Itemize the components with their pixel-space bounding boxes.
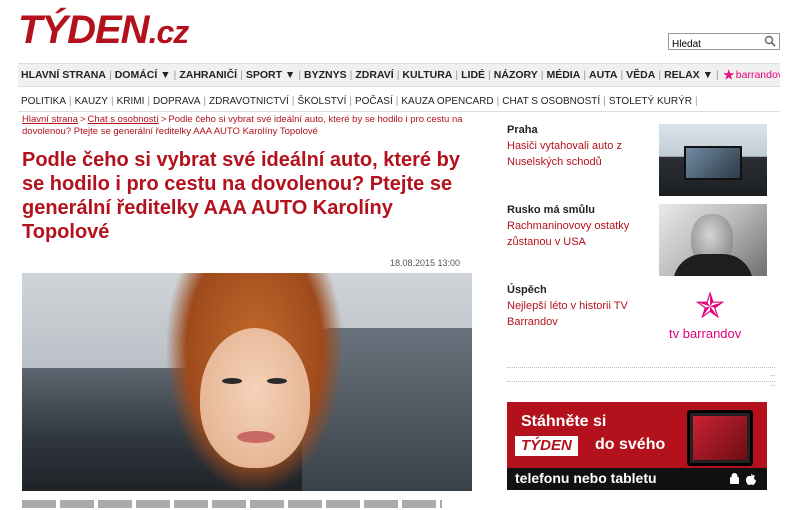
news-thumbnail[interactable] (659, 124, 767, 196)
tablet-screen (693, 416, 747, 460)
subnav-item-doprava[interactable]: DOPRAVA (153, 96, 200, 107)
sidebar-news-item[interactable]: Praha Hasiči vytahovali auto z Nuselskýc… (507, 124, 767, 196)
nav-separator: | (583, 69, 587, 81)
subnav-separator: | (110, 95, 114, 107)
nav-separator: | (658, 69, 662, 81)
search-box (668, 33, 780, 52)
news-title-link[interactable]: Nejlepší léto v historii TV Barrandov (507, 298, 657, 330)
nav-separator: | (716, 69, 719, 81)
sidebar-news-item[interactable]: Rusko má smůlu Rachmaninovovy ostatky zů… (507, 204, 767, 276)
nav-separator: | (396, 69, 400, 81)
site-logo[interactable]: TÝDEN.cz (18, 8, 190, 54)
subnav-separator: | (291, 95, 295, 107)
photo-eye (222, 378, 242, 384)
article-date: 18.08.2015 13:00 (390, 258, 461, 268)
nav-item-zahranici[interactable]: ZAHRANIČÍ (179, 69, 237, 81)
banner-line2: do svého (595, 436, 666, 453)
breadcrumb-home[interactable]: Hlavní strana (22, 114, 78, 125)
photo-face (200, 328, 310, 468)
subnav-item-skolstvi[interactable]: ŠKOLSTVÍ (297, 96, 346, 107)
separator-mark: ‥ (770, 371, 775, 378)
logo-suffix: .cz (148, 14, 190, 50)
news-title-link[interactable]: Hasiči vytahovali auto z Nuselských scho… (507, 138, 657, 170)
app-download-banner[interactable]: Stáhněte si TÝDEN do svého telefonu nebo… (507, 402, 767, 490)
divider (18, 111, 780, 112)
nav-item-veda[interactable]: VĚDA (626, 69, 655, 81)
subnav-separator: | (603, 95, 606, 107)
nav-item-nazory[interactable]: NÁZORY (494, 69, 538, 81)
nav-separator: | (240, 69, 243, 81)
barrandov-star-icon: ✯ (695, 285, 726, 326)
nav-item-kultura[interactable]: KULTURA (402, 69, 452, 81)
platform-icons (730, 473, 756, 485)
nav-separator: | (620, 69, 624, 81)
nav-item-relax[interactable]: RELAX ▼ (664, 69, 713, 81)
nav-item-lide[interactable]: LIDÉ (461, 69, 485, 81)
nav-item-media[interactable]: MÉDIA (546, 69, 580, 81)
subnav-separator: | (496, 95, 500, 107)
android-apple-icon (729, 473, 759, 489)
news-title-link[interactable]: Rachmaninovovy ostatky zůstanou v USA (507, 218, 657, 250)
subnav-separator: | (69, 95, 72, 107)
nav-separator: | (108, 69, 112, 81)
news-thumbnail[interactable] (659, 204, 767, 276)
separator-mark: ‥ (770, 381, 775, 388)
nav-item-sport[interactable]: SPORT ▼ (246, 69, 295, 81)
subnav-item-politika[interactable]: POLITIKA (21, 96, 66, 107)
dotted-separator: ‥ (507, 367, 775, 378)
subnav-separator: | (349, 95, 352, 107)
nav-separator: | (173, 69, 177, 81)
search-icon[interactable] (764, 35, 776, 47)
subnav-separator: | (203, 95, 206, 107)
nav-item-home[interactable]: HLAVNÍ STRANA (21, 69, 106, 81)
subnav-item-kuryr[interactable]: STOLETÝ KURÝR (609, 96, 692, 107)
breadcrumb-separator: > (79, 114, 86, 125)
banner-tyden-logo: TÝDEN (515, 436, 578, 456)
nav-separator: | (540, 69, 544, 81)
nav-item-barrandov[interactable]: barrandov (736, 69, 780, 81)
nav-separator: | (349, 69, 353, 81)
banner-line1: Stáhněte si (521, 413, 607, 430)
subnav-separator: | (694, 95, 698, 107)
nav-separator: | (455, 69, 459, 81)
breadcrumb: Hlavní strana > Chat s osobností > Podle čeh… (22, 114, 482, 138)
thumbnail-screen (684, 146, 742, 180)
article-headline: Podle čeho si vybrat své ideální auto, k… (22, 149, 460, 243)
breadcrumb-separator: > (160, 114, 167, 125)
nav-item-zdravi[interactable]: ZDRAVÍ (355, 69, 393, 81)
dotted-separator: ‥ (507, 381, 775, 388)
subnav-item-krimi[interactable]: KRIMI (117, 96, 145, 107)
barrandov-star-icon[interactable]: ✯ (724, 68, 734, 82)
breadcrumb-section[interactable]: Chat s osobností (88, 114, 159, 125)
nav-item-auta[interactable]: AUTA (589, 69, 617, 81)
logo-main: TÝDEN (18, 8, 150, 52)
subnav-item-chat[interactable]: CHAT S OSOBNOSTÍ (502, 96, 600, 107)
subnav-separator: | (147, 95, 150, 107)
main-navigation: HLAVNÍ STRANA | DOMÁCÍ ▼ | ZAHRANIČÍ | SPOR… (18, 63, 780, 87)
sub-navigation: POLITIKA | KAUZY | KRIMI | DOPRAVA | ZDRAVOT… (18, 93, 780, 109)
nav-separator: | (488, 69, 491, 81)
search-input[interactable] (669, 37, 761, 52)
news-thumbnail[interactable]: ✯ tv barrandov (659, 284, 767, 356)
banner-line3: telefonu nebo tabletu (515, 470, 657, 486)
thumbnail-body (673, 254, 753, 276)
subnav-item-zdravotnictvi[interactable]: ZDRAVOTNICTVÍ (209, 96, 289, 107)
subnav-item-opencard[interactable]: KAUZA OPENCARD (401, 96, 493, 107)
photo-eye (267, 378, 287, 384)
photo-lips (237, 431, 275, 443)
nav-separator: | (298, 69, 302, 81)
sidebar-news-item[interactable]: Úspěch Nejlepší léto v historii TV Barra… (507, 284, 767, 356)
subnav-item-pocasi[interactable]: POČASÍ (355, 96, 393, 107)
subnav-item-kauzy[interactable]: KAUZY (75, 96, 108, 107)
nav-item-domaci[interactable]: DOMÁCÍ ▼ (115, 69, 171, 81)
subnav-separator: | (395, 95, 399, 107)
nav-item-byznys[interactable]: BYZNYS (304, 69, 347, 81)
article-photo (22, 273, 472, 491)
tv-barrandov-logo: tv barrandov (669, 326, 742, 341)
tablet-icon (687, 410, 753, 466)
article-lead-clipped (22, 500, 442, 508)
